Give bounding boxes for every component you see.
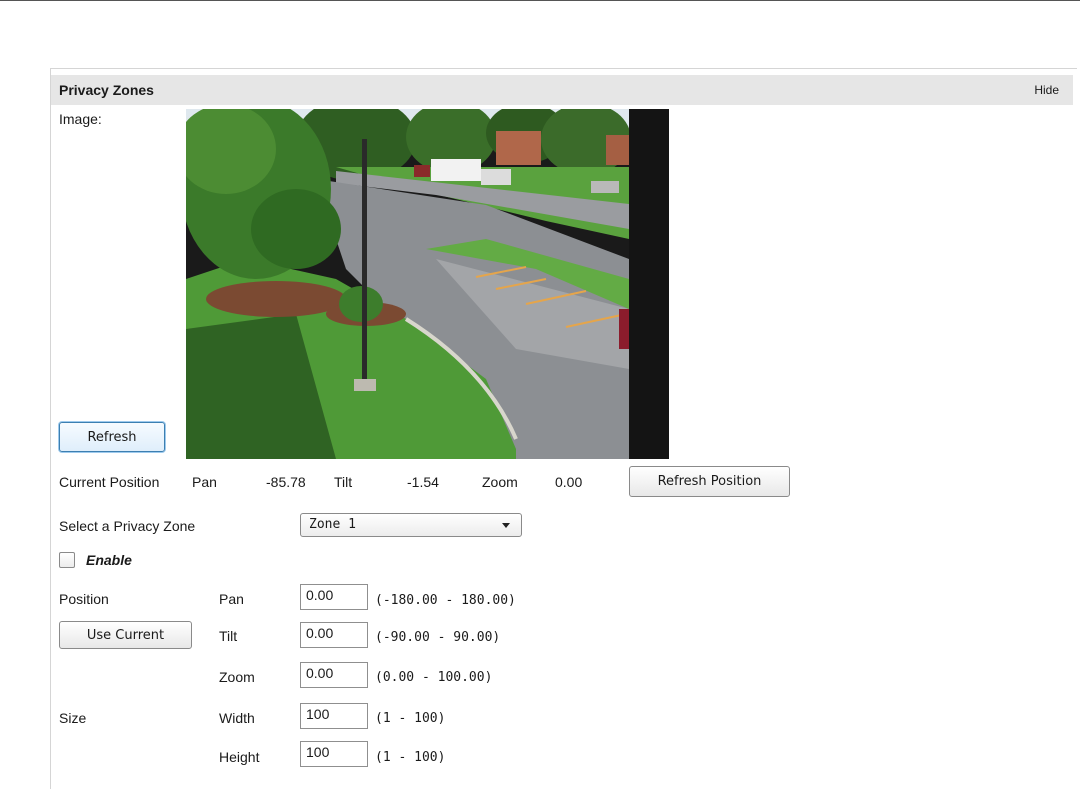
panel-header: Privacy Zones Hide — [51, 75, 1073, 105]
top-border — [0, 0, 1080, 1]
position-zoom-label: Zoom — [219, 669, 255, 685]
chevron-down-icon — [502, 523, 510, 528]
zone-select[interactable]: Zone 1 — [300, 513, 522, 537]
position-pan-label: Pan — [219, 591, 244, 607]
position-zoom-range: (0.00 - 100.00) — [375, 670, 493, 685]
refresh-position-button[interactable]: Refresh Position — [629, 466, 790, 497]
position-tilt-range: (-90.00 - 90.00) — [375, 630, 501, 645]
current-tilt-value: -1.54 — [407, 474, 439, 490]
size-label: Size — [59, 710, 87, 726]
zone-select-value: Zone 1 — [309, 517, 356, 532]
hide-link[interactable]: Hide — [1034, 75, 1059, 105]
refresh-image-button[interactable]: Refresh — [59, 422, 165, 452]
current-pan-value: -85.78 — [266, 474, 306, 490]
image-label: Image: — [59, 111, 102, 127]
current-zoom-value: 0.00 — [555, 474, 583, 490]
position-tilt-label: Tilt — [219, 628, 238, 644]
position-pan-input[interactable] — [300, 584, 368, 610]
size-height-input[interactable] — [300, 741, 368, 767]
enable-label: Enable — [86, 552, 132, 568]
panel-title: Privacy Zones — [59, 82, 154, 98]
position-zoom-input[interactable] — [300, 662, 368, 688]
current-pan-label: Pan — [192, 474, 217, 490]
current-position-label: Current Position — [59, 474, 160, 490]
position-tilt-input[interactable] — [300, 622, 368, 648]
size-height-range: (1 - 100) — [375, 750, 446, 765]
size-width-label: Width — [219, 710, 255, 726]
position-pan-range: (-180.00 - 180.00) — [375, 593, 516, 608]
use-current-button[interactable]: Use Current — [59, 621, 192, 649]
camera-snapshot — [186, 109, 669, 459]
select-zone-label: Select a Privacy Zone — [59, 518, 196, 534]
enable-checkbox[interactable] — [59, 552, 75, 568]
current-tilt-label: Tilt — [334, 474, 353, 490]
size-width-input[interactable] — [300, 703, 368, 729]
current-zoom-label: Zoom — [482, 474, 518, 490]
size-width-range: (1 - 100) — [375, 711, 446, 726]
position-label: Position — [59, 591, 109, 607]
size-height-label: Height — [219, 749, 260, 765]
